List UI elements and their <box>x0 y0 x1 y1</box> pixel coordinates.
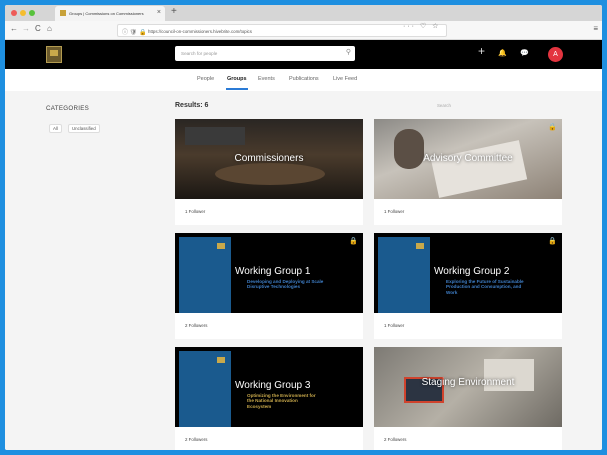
category-chip-unclassified[interactable]: Unclassified <box>68 124 100 133</box>
group-cover-image: Staging Environment <box>374 347 562 427</box>
site-header: Search for people ⚲ + 🔔 💬 A <box>5 40 602 69</box>
avatar[interactable]: A <box>548 47 563 62</box>
document-thumbnail <box>179 237 231 313</box>
section-nav: People Groups Events Publications Live F… <box>5 69 602 91</box>
group-card-working-group-3[interactable]: Working Group 3 Optimizing the Environme… <box>175 347 363 450</box>
tab-live-feed[interactable]: Live Feed <box>333 76 357 82</box>
group-title: Advisory Committee <box>423 153 513 164</box>
reload-icon[interactable]: C <box>35 24 41 33</box>
tab-bar: Groups | Commissions on Commissioners × … <box>5 5 602 21</box>
group-card-working-group-2[interactable]: Working Group 2 Exploring the Future of … <box>374 233 562 339</box>
back-icon[interactable]: ← <box>10 24 18 33</box>
lock-icon: 🔒 <box>138 30 147 36</box>
site-logo[interactable] <box>46 46 62 63</box>
minimize-window-button[interactable] <box>20 10 26 16</box>
category-chip-all[interactable]: All <box>49 124 62 133</box>
group-cover-image: Advisory Committee 🔒 <box>374 119 562 199</box>
browser-tab[interactable]: Groups | Commissions on Commissioners × <box>55 6 165 21</box>
results-count: Results: 6 <box>175 102 209 109</box>
group-cover-image: Working Group 1 Developing and Deploying… <box>175 233 363 313</box>
lock-icon: 🔒 <box>548 124 557 131</box>
search-icon[interactable]: ⚲ <box>346 48 351 56</box>
address-bar[interactable]: ⓘ 🛡 🔒 https://council-on-commissioners.h… <box>117 24 447 37</box>
favicon-icon <box>60 10 66 16</box>
group-subtitle: Developing and Deploying at Scale Disrup… <box>247 279 324 290</box>
followers-count: 2 Followers <box>185 323 208 328</box>
page-actions-icons[interactable]: ··· ♡ ☆ <box>403 22 440 30</box>
url-text: https://council-on-commissioners.hivebri… <box>148 29 252 34</box>
document-thumbnail <box>179 351 231 427</box>
tab-events[interactable]: Events <box>258 76 275 82</box>
group-cover-image: Commissioners <box>175 119 363 199</box>
tab-title: Groups | Commissions on Commissioners <box>69 11 144 16</box>
group-card-advisory-committee[interactable]: Advisory Committee 🔒 1 Follower <box>374 119 562 225</box>
forward-icon[interactable]: → <box>22 24 30 33</box>
lock-icon: 🔒 <box>349 238 358 245</box>
followers-count: 1 Follower <box>384 209 405 214</box>
followers-count: 2 Followers <box>185 437 208 442</box>
site-info-icon[interactable]: ⓘ 🛡 🔒 <box>122 27 146 36</box>
group-cover-image: Working Group 2 Exploring the Future of … <box>374 233 562 313</box>
group-title: Commissioners <box>234 153 304 164</box>
browser-window: Groups | Commissions on Commissioners × … <box>5 5 602 450</box>
lock-icon: 🔒 <box>548 238 557 245</box>
search-input[interactable]: Search for people ⚲ <box>175 46 355 61</box>
close-tab-icon[interactable]: × <box>157 9 161 16</box>
group-title: Working Group 1 <box>235 266 311 277</box>
browser-toolbar: ← → C ⌂ ⓘ 🛡 🔒 https://council-on-commiss… <box>5 21 602 40</box>
close-window-button[interactable] <box>11 10 17 16</box>
group-subtitle: Exploring the Future of Sustainable Prod… <box>446 279 524 295</box>
tab-people[interactable]: People <box>197 76 214 82</box>
new-tab-button[interactable]: + <box>171 6 177 17</box>
document-thumbnail <box>378 237 430 313</box>
group-card-commissioners[interactable]: Commissioners 1 Follower <box>175 119 363 225</box>
group-subtitle: Optimizing the Environment for the Natio… <box>247 393 316 409</box>
followers-count: 1 Follower <box>384 323 405 328</box>
group-title: Staging Environment <box>421 377 515 388</box>
main-content: CATEGORIES All Unclassified Results: 6 S… <box>5 91 602 450</box>
categories-heading: CATEGORIES <box>46 105 90 112</box>
group-card-working-group-1[interactable]: Working Group 1 Developing and Deploying… <box>175 233 363 339</box>
hamburger-menu-icon[interactable]: ≡ <box>593 24 598 33</box>
group-card-staging-environment[interactable]: Staging Environment 2 Followers <box>374 347 562 450</box>
group-cover-image: Working Group 3 Optimizing the Environme… <box>175 347 363 427</box>
followers-count: 2 Followers <box>384 437 407 442</box>
group-title: Working Group 3 <box>235 380 311 391</box>
search-placeholder: Search for people <box>181 51 218 56</box>
home-icon[interactable]: ⌂ <box>47 24 52 33</box>
tab-groups[interactable]: Groups <box>227 76 247 82</box>
group-title: Working Group 2 <box>434 266 510 277</box>
add-icon[interactable]: + <box>478 44 485 58</box>
bell-icon[interactable]: 🔔 <box>498 49 507 57</box>
tab-publications[interactable]: Publications <box>289 76 319 82</box>
group-search-input[interactable]: Search <box>437 103 451 108</box>
active-tab-indicator <box>226 88 248 90</box>
table-shape <box>215 163 325 185</box>
maximize-window-button[interactable] <box>29 10 35 16</box>
papers-shape <box>430 140 528 198</box>
followers-count: 1 Follower <box>185 209 206 214</box>
chat-icon[interactable]: 💬 <box>520 49 529 57</box>
window-shape <box>185 127 245 145</box>
